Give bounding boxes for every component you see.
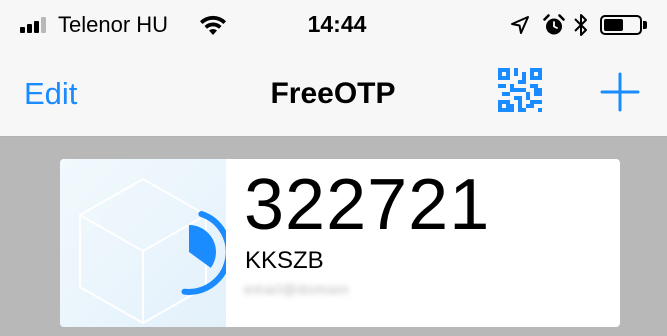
add-token-button[interactable]	[600, 72, 640, 112]
carrier-name: Telenor HU	[58, 12, 169, 37]
battery-icon	[600, 15, 642, 35]
page-title: FreeOTP	[270, 77, 396, 110]
wifi-icon	[200, 15, 226, 35]
token-list: 322721 KKSZB email@domain	[0, 137, 667, 336]
freeotp-cube-logo-icon	[79, 177, 226, 325]
qr-code-icon	[498, 68, 542, 112]
token-issuer: KKSZB	[245, 247, 324, 274]
token-card[interactable]: 322721 KKSZB email@domain	[60, 159, 620, 327]
edit-button[interactable]: Edit	[24, 76, 77, 112]
plus-icon	[600, 72, 640, 112]
token-code: 322721	[244, 165, 491, 245]
navigation-bar: Edit FreeOTP	[0, 50, 667, 137]
token-image	[60, 159, 226, 327]
status-time: 14:44	[307, 11, 367, 37]
alarm-clock-icon	[543, 14, 565, 35]
location-arrow-icon	[511, 16, 529, 34]
scan-qr-button[interactable]	[498, 68, 542, 112]
signal-icon	[20, 17, 50, 33]
bluetooth-icon	[574, 14, 587, 36]
status-bar: Telenor HU 14:44	[0, 0, 667, 50]
battery-nub	[643, 21, 647, 29]
token-account-label: email@domain	[244, 281, 350, 297]
